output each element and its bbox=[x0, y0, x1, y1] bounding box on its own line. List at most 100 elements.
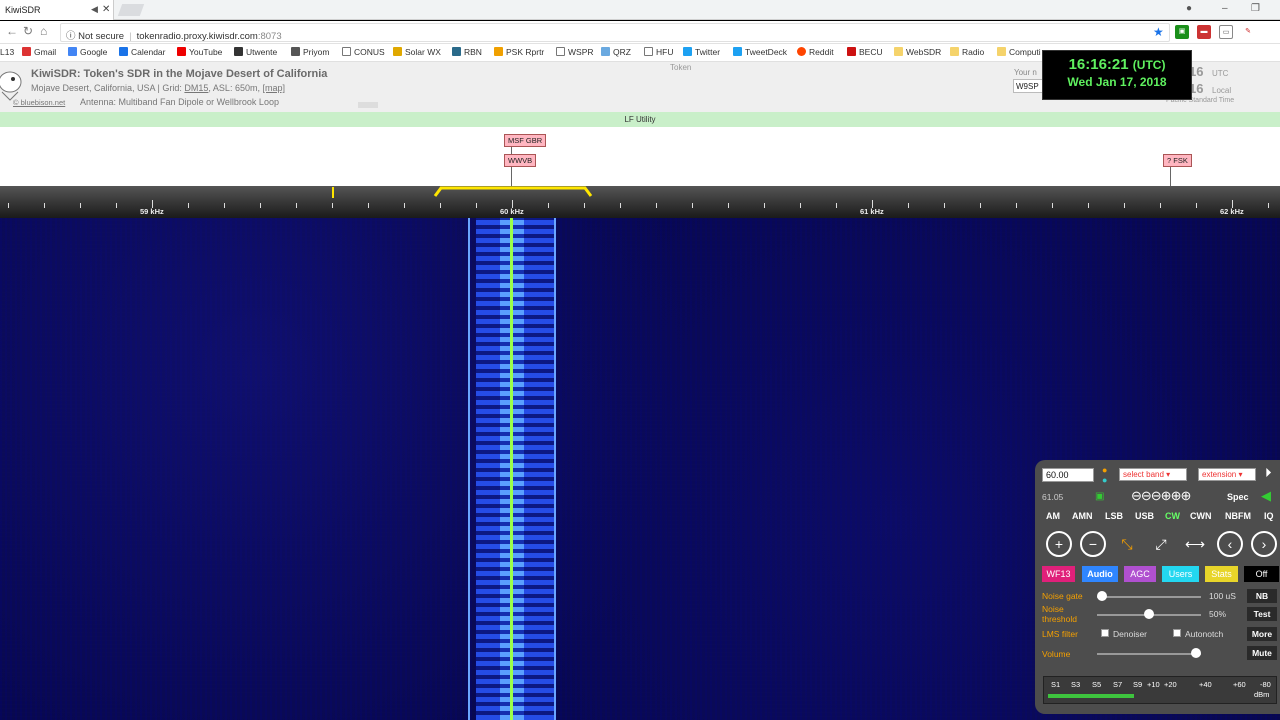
bookmark-star-icon[interactable]: ★ bbox=[1153, 25, 1164, 39]
bookmark-item[interactable]: PSK Rprtr bbox=[494, 47, 544, 57]
tab-off[interactable]: Off bbox=[1244, 566, 1279, 582]
profile-icon[interactable]: ● bbox=[1186, 3, 1192, 14]
frequency-input[interactable]: 60.00 bbox=[1042, 468, 1094, 482]
browser-tab[interactable]: KiwiSDR ◀ ✕ bbox=[0, 0, 114, 20]
volume-slider[interactable] bbox=[1097, 653, 1201, 655]
bookmark-item[interactable]: Reddit bbox=[797, 47, 834, 57]
mute-tab-icon[interactable]: ◀ bbox=[91, 4, 98, 15]
step-buttons-icon[interactable]: ⊖⊖⊖⊕⊕⊕ bbox=[1131, 488, 1191, 504]
station-label-fsk[interactable]: ? FSK bbox=[1163, 154, 1192, 167]
extension-icon[interactable]: ▬ bbox=[1197, 25, 1211, 39]
mode-cw[interactable]: CW bbox=[1165, 511, 1180, 521]
noise-threshold-knob[interactable] bbox=[1144, 609, 1154, 619]
band-bar[interactable]: LF Utility bbox=[0, 112, 1280, 127]
passband-marker[interactable] bbox=[0, 186, 1280, 218]
extension-2-icon[interactable]: ✎ bbox=[1241, 25, 1255, 39]
scale-tick bbox=[800, 203, 801, 208]
mode-nbfm[interactable]: NBFM bbox=[1225, 511, 1251, 521]
extension-dropdown[interactable]: extension ▾ bbox=[1198, 468, 1256, 481]
home-icon[interactable]: ⌂ bbox=[40, 24, 47, 38]
bookmark-item[interactable]: Computi bbox=[997, 47, 1041, 57]
mode-lsb[interactable]: LSB bbox=[1105, 511, 1123, 521]
mode-amn[interactable]: AMN bbox=[1072, 511, 1093, 521]
info-icon[interactable]: ⓘ bbox=[66, 31, 76, 42]
map-link[interactable]: [map] bbox=[262, 83, 285, 93]
volume-knob[interactable] bbox=[1191, 648, 1201, 658]
zoom-out-icon[interactable]: − bbox=[1080, 531, 1106, 557]
bookmark-item[interactable]: Gmail bbox=[22, 47, 56, 57]
scale-tick bbox=[1160, 203, 1161, 208]
play-icon[interactable]: ⏵ bbox=[1265, 465, 1272, 481]
bookmark-item[interactable]: L13 bbox=[0, 47, 14, 57]
select-band-dropdown[interactable]: select band ▾ bbox=[1119, 468, 1187, 481]
freq-up-icon[interactable]: ● bbox=[1102, 465, 1107, 475]
bookmark-item[interactable]: Calendar bbox=[119, 47, 166, 57]
page-right-icon[interactable]: › bbox=[1251, 531, 1277, 557]
tab-wf13[interactable]: WF13 bbox=[1042, 566, 1075, 582]
scale-tick bbox=[368, 203, 369, 208]
reload-icon[interactable]: ↻ bbox=[23, 24, 33, 38]
mode-cwn[interactable]: CWN bbox=[1190, 511, 1212, 521]
noise-gate-slider[interactable] bbox=[1097, 596, 1201, 598]
more-button[interactable]: More bbox=[1247, 627, 1277, 641]
cast-icon[interactable]: ▭ bbox=[1219, 25, 1233, 39]
scale-tick bbox=[656, 203, 657, 208]
new-tab-button[interactable] bbox=[117, 4, 145, 16]
speaker-icon[interactable]: ◀ bbox=[1261, 488, 1271, 504]
address-bar: ← ↻ ⌂ ⓘ Not secure | tokenradio.proxy.kiwi… bbox=[0, 21, 1280, 44]
page-left-icon[interactable]: ‹ bbox=[1217, 531, 1243, 557]
noise-gate-knob[interactable] bbox=[1097, 591, 1107, 601]
mode-am[interactable]: AM bbox=[1046, 511, 1060, 521]
bookmark-item[interactable]: WSPR bbox=[556, 47, 594, 57]
bookmark-item[interactable]: Solar WX bbox=[393, 47, 441, 57]
bluebison-link[interactable]: © bluebison.net bbox=[13, 98, 65, 107]
bookmark-item[interactable]: WebSDR bbox=[894, 47, 941, 57]
scale-tick bbox=[764, 203, 765, 208]
minimize-icon[interactable]: – bbox=[1222, 3, 1228, 14]
url-input[interactable]: ⓘ Not secure | tokenradio.proxy.kiwisdr.co… bbox=[60, 23, 1170, 42]
station-label-msf[interactable]: MSF GBR bbox=[504, 134, 547, 147]
bookmark-item[interactable]: BECU bbox=[847, 47, 883, 57]
mute-button[interactable]: Mute bbox=[1247, 646, 1277, 660]
bookmark-item[interactable]: Utwente bbox=[234, 47, 277, 57]
bookmark-item[interactable]: Twitter bbox=[683, 47, 720, 57]
mode-iq[interactable]: IQ bbox=[1264, 511, 1274, 521]
bookmark-item[interactable]: Priyom bbox=[291, 47, 329, 57]
close-tab-icon[interactable]: ✕ bbox=[102, 4, 110, 15]
tab-agc[interactable]: AGC bbox=[1124, 566, 1156, 582]
mode-usb[interactable]: USB bbox=[1135, 511, 1154, 521]
bookmark-item[interactable]: TweetDeck bbox=[733, 47, 787, 57]
nb-button[interactable]: NB bbox=[1247, 589, 1277, 603]
zoom-max-icon[interactable]: ⤢ bbox=[1148, 531, 1174, 557]
zoom-to-band-icon[interactable]: ⤡ bbox=[1114, 531, 1140, 557]
grid-link[interactable]: DM15 bbox=[184, 83, 208, 93]
bookmark-item[interactable]: HFU bbox=[644, 47, 673, 57]
bookmark-item[interactable]: QRZ bbox=[601, 47, 631, 57]
frequency-scale[interactable]: 59 kHz 60 kHz 61 kHz 62 kHz bbox=[0, 186, 1280, 218]
bookmark-item[interactable]: RBN bbox=[452, 47, 482, 57]
link-icon[interactable]: ▣ bbox=[1095, 491, 1104, 502]
bookmark-item[interactable]: Radio bbox=[950, 47, 984, 57]
zoom-in-icon[interactable]: + bbox=[1046, 531, 1072, 557]
tab-stats[interactable]: Stats bbox=[1205, 566, 1238, 582]
utc-label: UTC bbox=[1212, 69, 1229, 78]
autonotch-checkbox[interactable] bbox=[1173, 629, 1181, 637]
denoiser-checkbox[interactable] bbox=[1101, 629, 1109, 637]
spec-button[interactable]: Spec bbox=[1227, 492, 1249, 502]
bookmark-item[interactable]: CONUS bbox=[342, 47, 385, 57]
smeter-label: S3 bbox=[1071, 680, 1081, 689]
zoom-full-span-icon[interactable]: ⟷ bbox=[1182, 531, 1208, 557]
maximize-icon[interactable]: ❐ bbox=[1251, 3, 1260, 14]
station-label-wwvb[interactable]: WWVB bbox=[504, 154, 537, 167]
bookmark-item[interactable]: Google bbox=[68, 47, 107, 57]
freq-down-icon[interactable]: ● bbox=[1102, 475, 1107, 485]
test-button[interactable]: Test bbox=[1247, 607, 1277, 621]
kiwi-extension-icon[interactable]: ▣ bbox=[1175, 25, 1189, 39]
header-collapse-button[interactable] bbox=[358, 102, 378, 108]
scale-tick bbox=[116, 203, 117, 208]
tab-users[interactable]: Users bbox=[1162, 566, 1199, 582]
screen: KiwiSDR ◀ ✕ ● – ❐ ← ↻ ⌂ ⓘ Not secure | tok… bbox=[0, 0, 1280, 720]
back-icon[interactable]: ← bbox=[6, 24, 18, 38]
tab-audio[interactable]: Audio bbox=[1082, 566, 1118, 582]
bookmark-item[interactable]: YouTube bbox=[177, 47, 222, 57]
